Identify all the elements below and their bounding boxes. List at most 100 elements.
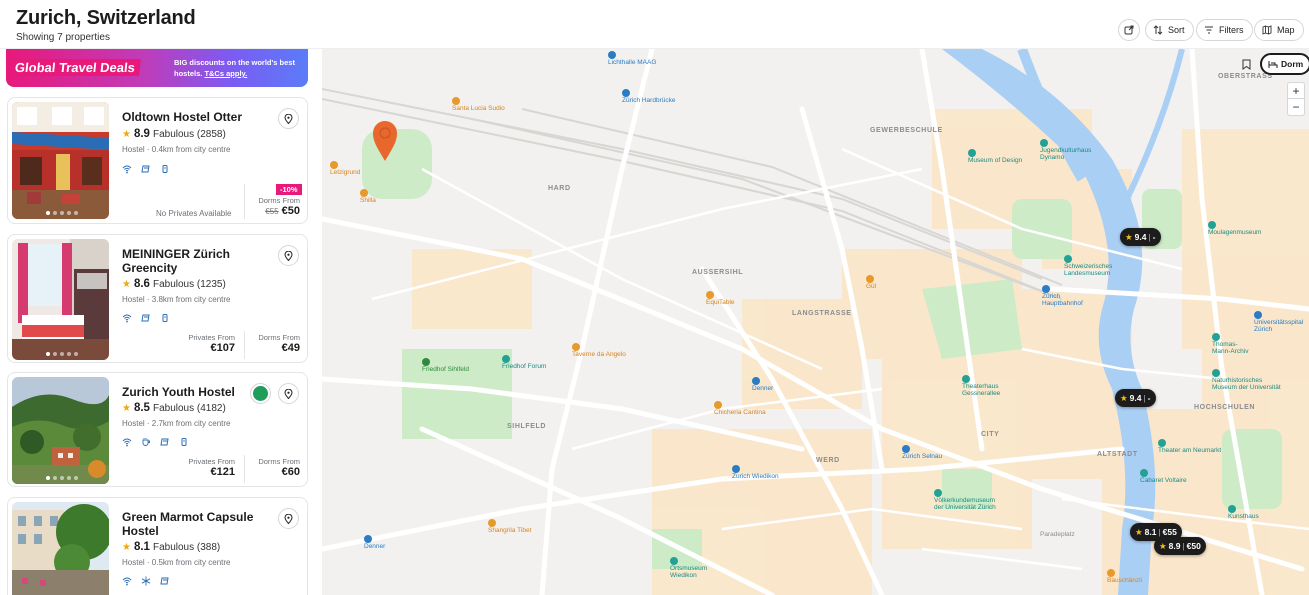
property-meta: Hostel · 2.7km from city centre bbox=[122, 419, 231, 428]
poi-selnau[interactable]: Zürich Selnau bbox=[902, 445, 942, 460]
property-rating: ★ 8.6 Fabulous (1235) bbox=[122, 278, 226, 290]
show-on-map-button[interactable] bbox=[278, 108, 299, 129]
poi-gessnerallee[interactable]: Theaterhaus Gessnerallee bbox=[962, 375, 1000, 397]
district-label: ALTSTADT bbox=[1097, 451, 1138, 458]
property-card[interactable]: Oldtown Hostel Otter ★ 8.9 Fabulous (285… bbox=[7, 97, 308, 224]
location-pin-icon bbox=[284, 388, 293, 399]
dorm-price-toggle[interactable]: Dorm bbox=[1260, 53, 1309, 75]
promo-terms-link[interactable]: T&Cs apply. bbox=[204, 69, 247, 78]
sort-button[interactable]: Sort bbox=[1145, 19, 1194, 41]
show-on-map-button[interactable] bbox=[278, 383, 299, 404]
property-card[interactable]: Zurich Youth Hostel ★ 8.5 Fabulous (4182… bbox=[7, 372, 308, 487]
poi-naturhistorisch[interactable]: Naturhistorisches Museum der Universität bbox=[1212, 369, 1281, 391]
private-price-value: €121 bbox=[210, 466, 235, 478]
poi-bauschaenzli[interactable]: Bauschänzli bbox=[1107, 569, 1142, 584]
poi-shangrila[interactable]: Shangrila Tibet bbox=[488, 519, 531, 534]
poi-letzigrund[interactable]: Letzigrund bbox=[330, 161, 360, 176]
poi-landesmuseum[interactable]: Schweizerisches Landesmuseum bbox=[1064, 255, 1112, 277]
poi-voelkerkunde[interactable]: Völkerkundemuseum der Universität Zürich bbox=[934, 489, 996, 511]
share-button[interactable] bbox=[1118, 19, 1140, 41]
poi-museum-design[interactable]: Museum of Design bbox=[968, 149, 1022, 164]
bed-icon bbox=[1268, 60, 1278, 68]
leaf-icon bbox=[253, 386, 268, 401]
map-view[interactable]: GEWERBESCHULE HARD AUSSERSIHL LANGSTRASS… bbox=[322, 49, 1309, 595]
poi-friedhof-forum[interactable]: Friedhof Forum bbox=[502, 355, 546, 370]
property-name[interactable]: Zurich Youth Hostel bbox=[122, 385, 262, 399]
district-label: LANGSTRASSE bbox=[792, 310, 852, 317]
rating-score: 8.1 bbox=[133, 541, 150, 553]
property-name[interactable]: Oldtown Hostel Otter bbox=[122, 110, 262, 124]
property-photo[interactable] bbox=[12, 377, 109, 484]
save-search-button[interactable] bbox=[1237, 55, 1255, 73]
marker-score: 9.4 bbox=[1129, 393, 1142, 403]
promo-banner[interactable]: Global Travel Deals BIG discounts on the… bbox=[6, 49, 308, 87]
poi-unispital[interactable]: Universitätsspital Zürich bbox=[1254, 311, 1303, 333]
private-price-value: €107 bbox=[210, 342, 235, 354]
property-meta: Hostel · 3.8km from city centre bbox=[122, 295, 231, 304]
map-price-marker[interactable]: ★ 9.4 | - bbox=[1115, 389, 1156, 407]
marker-score: 9.4 bbox=[1134, 232, 1147, 242]
linen-icon bbox=[160, 576, 170, 586]
poi-kunsthaus[interactable]: Kunsthaus bbox=[1228, 505, 1259, 520]
show-on-map-button[interactable] bbox=[278, 245, 299, 266]
poi-denner-2[interactable]: Denner bbox=[364, 535, 385, 550]
poi-moulagen[interactable]: Moulagenmuseum bbox=[1208, 221, 1261, 236]
poi-voltaire[interactable]: Cabaret Voltaire bbox=[1140, 469, 1187, 484]
private-price: Privates From €107 bbox=[188, 333, 235, 354]
marker-price: - bbox=[1147, 393, 1151, 403]
poi-taverne[interactable]: Taverne da Angelo bbox=[572, 343, 626, 358]
poi-ortsmuseum[interactable]: Ortsmuseum Wiedikon bbox=[670, 557, 707, 579]
poi-chicheria[interactable]: Chicheria Cantina bbox=[714, 401, 766, 416]
poi-friedhof[interactable]: Friedhof Sihlfeld bbox=[422, 358, 469, 373]
property-photo[interactable] bbox=[12, 239, 109, 360]
star-icon: ★ bbox=[122, 278, 131, 290]
poi-restaurant[interactable]: Santa Lucia Sudio bbox=[452, 97, 505, 112]
selected-location-pin[interactable] bbox=[372, 120, 398, 162]
poi-neumarkt[interactable]: Theater am Neumarkt bbox=[1158, 439, 1221, 454]
private-price-label: Privates From bbox=[188, 333, 235, 342]
private-price: Privates From €121 bbox=[188, 457, 235, 478]
map-price-marker[interactable]: ★ 8.9 | €50 bbox=[1154, 537, 1206, 555]
poi-shilla[interactable]: Shilla bbox=[360, 189, 376, 204]
poi-wiedikon[interactable]: Zurich Wiedikon bbox=[732, 465, 779, 480]
poi-gul[interactable]: Gül bbox=[866, 275, 876, 290]
zoom-in-button[interactable]: + bbox=[1287, 82, 1305, 99]
poi-thomas-mann[interactable]: Thomas- Mann-Archiv bbox=[1212, 333, 1248, 355]
bookmark-icon bbox=[1242, 59, 1250, 70]
property-card[interactable]: Green Marmot Capsule Hostel ★ 8.1 Fabulo… bbox=[7, 497, 308, 595]
property-name[interactable]: Green Marmot Capsule Hostel bbox=[122, 510, 262, 538]
linen-icon bbox=[141, 313, 151, 323]
show-on-map-button[interactable] bbox=[278, 508, 299, 529]
poi-dynamo[interactable]: Jugendkulturhaus Dynamo bbox=[1040, 139, 1091, 161]
map-button[interactable]: Map bbox=[1254, 19, 1304, 41]
hostel-photo-image bbox=[12, 239, 109, 360]
property-card[interactable]: MEININGER Zürich Greencity ★ 8.6 Fabulou… bbox=[7, 234, 308, 363]
property-meta: Hostel · 0.4km from city centre bbox=[122, 145, 231, 154]
photo-pagination bbox=[46, 352, 78, 356]
rating-text: Fabulous (2858) bbox=[152, 128, 226, 140]
property-photo[interactable] bbox=[12, 502, 109, 595]
filters-icon bbox=[1205, 26, 1213, 34]
poi-hauptbahnhof[interactable]: Zürich Hauptbahnhof bbox=[1042, 285, 1083, 307]
property-rating: ★ 8.1 Fabulous (388) bbox=[122, 541, 220, 553]
property-photo[interactable] bbox=[12, 102, 109, 219]
poi-hardbruecke[interactable]: Zürich Hardbrücke bbox=[622, 89, 675, 104]
marker-score: 8.9 bbox=[1168, 541, 1181, 551]
wifi-icon bbox=[122, 313, 132, 323]
results-count: Showing 7 properties bbox=[16, 32, 110, 43]
marker-price: - bbox=[1152, 232, 1156, 242]
discount-badge: -10% bbox=[276, 184, 302, 195]
poi-equitable[interactable]: EquiTable bbox=[706, 291, 735, 306]
zoom-out-button[interactable]: − bbox=[1287, 99, 1305, 116]
property-name[interactable]: MEININGER Zürich Greencity bbox=[122, 247, 262, 275]
sustainability-badge[interactable] bbox=[250, 383, 271, 404]
map-price-marker[interactable]: ★ 9.4 | - bbox=[1120, 228, 1161, 246]
map-label: Map bbox=[1277, 25, 1295, 35]
poi-lichthalle[interactable]: Lichthalle MAAG bbox=[608, 51, 656, 66]
poi-paradeplatz[interactable]: Paradeplatz bbox=[1040, 531, 1075, 538]
poi-denner[interactable]: Denner bbox=[752, 377, 773, 392]
district-label: HARD bbox=[548, 185, 571, 192]
locker-icon bbox=[160, 164, 170, 174]
filters-button[interactable]: Filters bbox=[1196, 19, 1253, 41]
privates-unavailable: No Privates Available bbox=[156, 209, 232, 218]
